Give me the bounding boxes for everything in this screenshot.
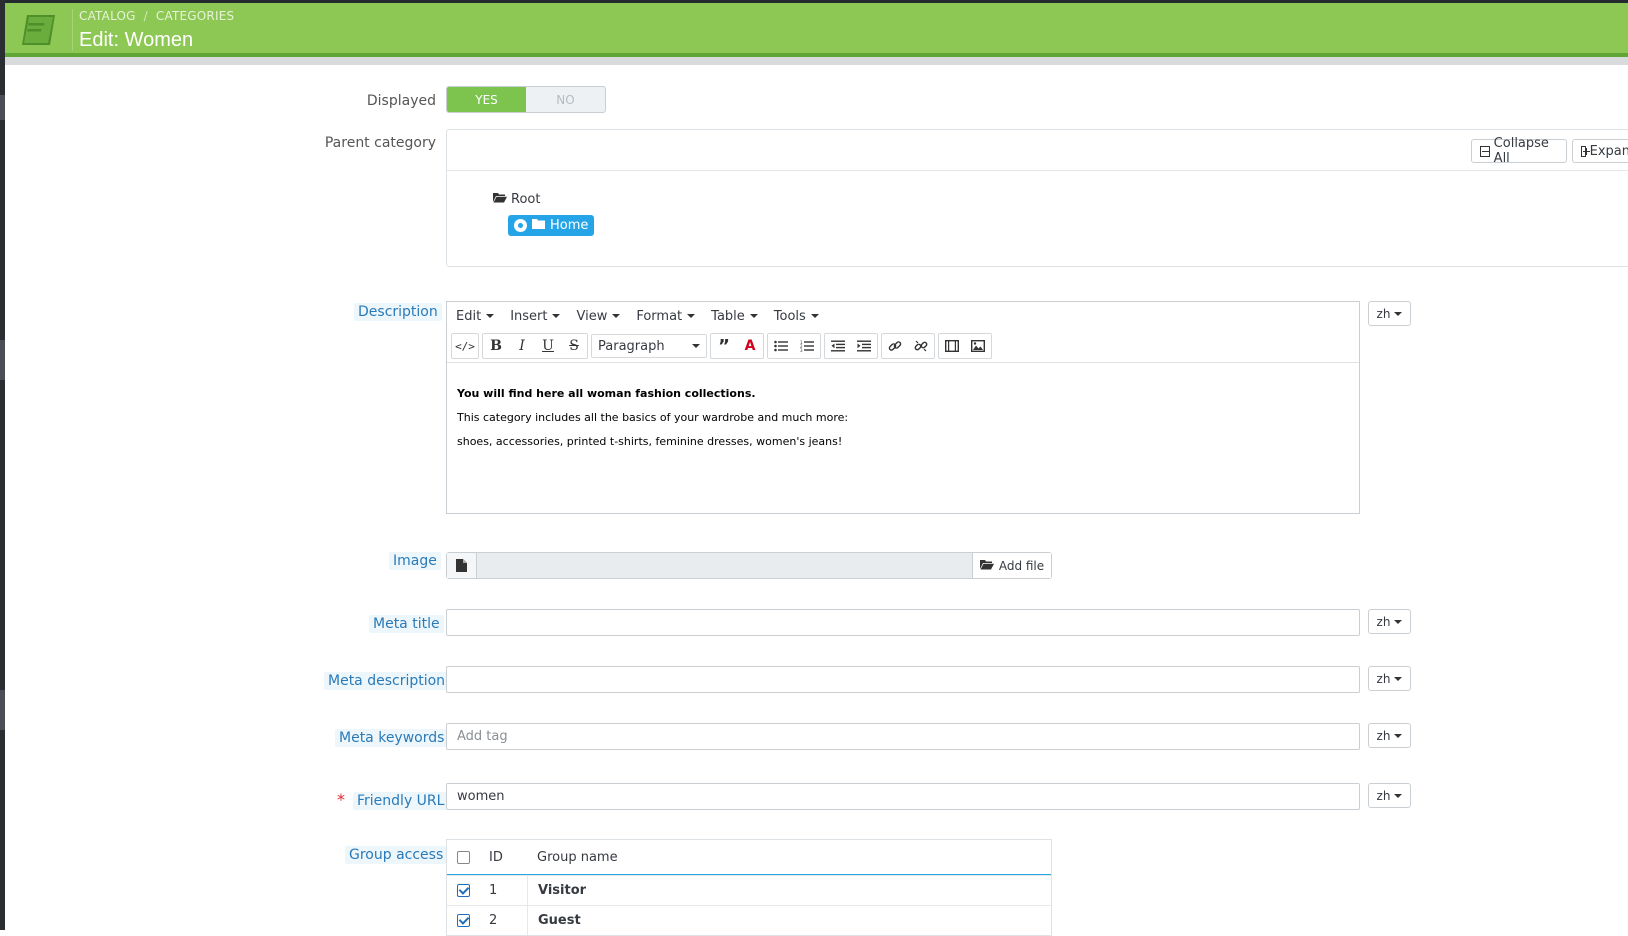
meta-keywords-tag-input[interactable]: Add tag: [446, 723, 1360, 750]
column-header-group-name: Group name: [537, 849, 618, 865]
caret-down-icon: [692, 344, 700, 348]
table-header-row: ID Group name: [447, 840, 1051, 875]
editor-menu-tools[interactable]: Tools: [774, 309, 819, 324]
meta-title-lang-button[interactable]: zh: [1368, 609, 1411, 634]
collapse-all-button[interactable]: Collapse All: [1471, 136, 1567, 166]
group-checkbox-guest[interactable]: [456, 914, 470, 927]
meta-title-input[interactable]: [446, 609, 1360, 636]
description-line-2: This category includes all the basics of…: [457, 411, 849, 424]
description-label: Description: [354, 303, 442, 321]
displayed-no-option[interactable]: NO: [526, 87, 605, 112]
unlink-icon[interactable]: [908, 334, 934, 358]
caret-down-icon: [612, 314, 621, 318]
left-sidebar-strip: [0, 0, 5, 930]
caret-down-icon: [552, 314, 561, 318]
friendly-url-label: * Friendly URL: [337, 790, 449, 810]
image-label: Image: [389, 552, 441, 570]
meta-keywords-lang-button[interactable]: zh: [1368, 723, 1411, 748]
group-checkbox-visitor[interactable]: [456, 884, 470, 897]
caret-down-icon: [687, 314, 696, 318]
caret-down-icon: [810, 314, 819, 318]
caret-down-icon: [749, 314, 758, 318]
folder-icon: [532, 218, 545, 233]
meta-description-label: Meta description: [324, 672, 450, 690]
description-editor[interactable]: Edit Insert View Format Table Tools </> …: [446, 301, 1360, 514]
caret-down-icon: [486, 314, 495, 318]
expand-all-button[interactable]: Expan: [1572, 139, 1628, 163]
group-name: Guest: [527, 906, 1051, 935]
caret-down-icon: [1394, 733, 1403, 738]
description-line-1: You will find here all woman fashion col…: [457, 387, 756, 400]
breadcrumb-catalog[interactable]: CATALOG: [79, 9, 136, 23]
tree-node-root[interactable]: Root: [493, 192, 540, 207]
page-header: CATALOG / CATEGORIES Edit: Women: [5, 0, 1628, 53]
parent-category-label: Parent category: [324, 135, 436, 151]
breadcrumb: CATALOG / CATEGORIES: [79, 9, 235, 23]
text-color-icon[interactable]: A: [737, 334, 763, 358]
group-id: 2: [489, 913, 498, 928]
group-id: 1: [489, 883, 498, 898]
strikethrough-icon[interactable]: S: [561, 334, 587, 358]
description-lang-button[interactable]: zh: [1368, 301, 1411, 326]
table-row: 1 Visitor: [447, 875, 1051, 905]
block-format-select[interactable]: Paragraph: [591, 334, 707, 358]
italic-icon[interactable]: I: [509, 334, 535, 358]
media-icon[interactable]: [939, 334, 965, 358]
friendly-url-lang-button[interactable]: zh: [1368, 783, 1411, 808]
file-icon: [447, 553, 477, 578]
indent-icon[interactable]: [851, 334, 877, 358]
add-file-button[interactable]: Add file: [972, 553, 1051, 578]
editor-toolbar: </> B I U S Paragraph ” A 123: [447, 330, 1359, 363]
bold-icon[interactable]: B: [483, 334, 509, 358]
blockquote-icon[interactable]: ”: [711, 334, 737, 358]
tree-node-home[interactable]: Home: [508, 215, 595, 236]
caret-down-icon: [1394, 793, 1403, 798]
page-title: Edit: Women: [79, 29, 194, 51]
description-line-3: shoes, accessories, printed t-shirts, fe…: [457, 435, 843, 448]
table-row: 2 Guest: [447, 905, 1051, 935]
editor-menubar: Edit Insert View Format Table Tools: [447, 302, 1359, 330]
outdent-icon[interactable]: [825, 334, 851, 358]
caret-down-icon: [1394, 619, 1403, 624]
meta-description-input[interactable]: [446, 666, 1360, 693]
editor-menu-table[interactable]: Table: [711, 309, 758, 324]
folder-open-icon: [979, 559, 994, 573]
caret-down-icon: [1394, 311, 1403, 316]
image-file-input[interactable]: Add file: [446, 552, 1052, 579]
group-access-label: Group access: [345, 846, 448, 864]
meta-description-lang-button[interactable]: zh: [1368, 666, 1411, 691]
numbered-list-icon[interactable]: 123: [794, 334, 820, 358]
group-access-table: ID Group name 1 Visitor 2 Guest: [446, 839, 1052, 936]
image-icon[interactable]: [965, 334, 991, 358]
category-tree-panel: Collapse All Expan Root Home: [446, 129, 1628, 267]
link-icon[interactable]: [882, 334, 908, 358]
underline-icon[interactable]: U: [535, 334, 561, 358]
editor-content[interactable]: You will find here all woman fashion col…: [457, 382, 848, 454]
displayed-yes-option[interactable]: YES: [447, 87, 526, 112]
displayed-toggle[interactable]: YES NO: [446, 86, 606, 113]
bullet-list-icon[interactable]: [768, 334, 794, 358]
editor-menu-format[interactable]: Format: [636, 309, 696, 324]
editor-menu-edit[interactable]: Edit: [456, 309, 495, 324]
svg-text:3: 3: [800, 348, 803, 352]
source-code-icon[interactable]: </>: [452, 334, 478, 358]
folder-open-icon: [493, 192, 507, 207]
select-all-checkbox[interactable]: [456, 850, 470, 864]
meta-keywords-label: Meta keywords: [335, 729, 449, 747]
expand-icon: [1581, 145, 1590, 157]
displayed-label: Displayed: [366, 93, 436, 109]
friendly-url-input[interactable]: women: [446, 783, 1360, 810]
group-name: Visitor: [527, 876, 1051, 905]
file-name-field[interactable]: [477, 553, 972, 578]
collapse-icon: [1480, 145, 1490, 157]
radio-selected-icon[interactable]: [514, 219, 527, 232]
breadcrumb-categories[interactable]: CATEGORIES: [156, 9, 234, 23]
caret-down-icon: [1394, 676, 1403, 681]
editor-menu-view[interactable]: View: [576, 309, 621, 324]
catalog-book-icon: [17, 9, 61, 51]
required-marker: *: [337, 790, 345, 809]
column-header-id: ID: [489, 849, 503, 865]
meta-title-label: Meta title: [369, 615, 444, 633]
editor-menu-insert[interactable]: Insert: [510, 309, 561, 324]
